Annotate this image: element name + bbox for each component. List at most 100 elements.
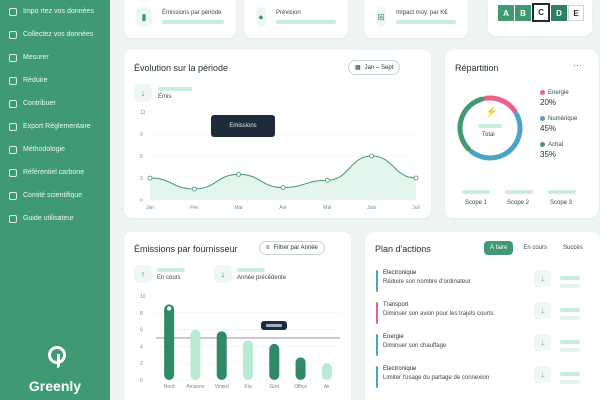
y-tick-label: 6 [140, 154, 143, 160]
legend-numerique-label: Numérique [548, 116, 578, 123]
action-category: Electronique [383, 270, 417, 276]
data-point [236, 171, 242, 177]
sidebar-item-label: Contribuer [23, 100, 56, 107]
action-bar [560, 276, 580, 280]
data-point [280, 185, 286, 190]
sidebar-item-label: Collectez vos données [23, 31, 94, 38]
lightning-icon: ⚡ [485, 107, 498, 118]
legend-dot-numerique [540, 116, 545, 121]
scope2-bar [505, 190, 533, 194]
tooltip-label: Emissions [229, 123, 257, 129]
stat-emissions-label: Émissions par période [162, 10, 222, 16]
y-tick-label: 0 [140, 198, 143, 204]
tab-todo[interactable]: À faire [484, 241, 514, 255]
x-tick-label: Fév [190, 205, 199, 211]
export-icon [9, 122, 17, 131]
sidebar-item-1[interactable]: Collectez vos données [0, 23, 110, 46]
sidebar-item-label: Réduire [23, 77, 48, 84]
action-description: Réduire son nombre d'ordinateur [383, 279, 471, 285]
action-description: Diminuer son chauffage [383, 343, 447, 349]
legend-achat: Achat 35% [540, 142, 563, 159]
sidebar-item-9[interactable]: Guide utilisateur [0, 207, 110, 230]
action-item[interactable]: Electronique Limiter l'usage du partage d… [376, 366, 590, 396]
x-tick-label: Nord [164, 384, 175, 390]
legend-numerique: Numérique 45% [540, 116, 577, 133]
sidebar-item-2[interactable]: Mesurer [0, 46, 110, 69]
scope3-label: Scope 3 [550, 200, 573, 206]
score-d: D [551, 5, 567, 21]
chart-tooltip: Emissions [211, 115, 275, 137]
contribute-icon [9, 99, 17, 108]
action-plan-tabs: À faire En cours Succès [484, 241, 589, 255]
scope3-bar [548, 190, 576, 194]
action-stripe [376, 366, 378, 388]
sidebar-item-7[interactable]: Référentiel carbone [0, 161, 110, 184]
action-category: Transport [383, 302, 409, 308]
action-bar-secondary [560, 348, 580, 352]
tab-in-progress[interactable]: En cours [517, 241, 553, 255]
more-icon[interactable]: ··· [573, 60, 582, 70]
brand-logo[interactable]: Greenly [0, 346, 110, 394]
stat-impact-label: Impact moy. par K€ [396, 10, 448, 16]
x-tick-label: Avr [279, 205, 287, 211]
sidebar-item-6[interactable]: Méthodologie [0, 138, 110, 161]
legend-achat-label: Achat [548, 142, 564, 149]
tab-success[interactable]: Succès [557, 241, 589, 255]
stat-emissions-bar [162, 20, 224, 24]
sidebar-item-label: Guide utilisateur [23, 215, 74, 222]
supplier-filter[interactable]: ≡ Filtrer par Année [259, 241, 325, 255]
carbon-score-scale: A B C D E [498, 3, 584, 22]
legend-energie: Energie 20% [540, 90, 569, 107]
action-arrow-down-icon[interactable]: ↓ [534, 334, 551, 351]
x-tick-label: Office [294, 384, 307, 390]
action-stripe [376, 302, 378, 324]
action-arrow-down-icon[interactable]: ↓ [534, 270, 551, 287]
period-selector[interactable]: ▦ Jan – Sept [348, 60, 401, 75]
action-item[interactable]: Energie Diminuer son chauffage ↓ [376, 334, 590, 364]
x-tick-label: Juil [412, 205, 420, 211]
committee-icon [9, 191, 17, 200]
x-tick-label: Grid [270, 384, 280, 390]
data-point [191, 186, 197, 192]
action-arrow-down-icon[interactable]: ↓ [534, 302, 551, 319]
action-plan-title: Plan d'actions [375, 244, 431, 254]
action-item[interactable]: Electronique Réduire son nombre d'ordinat… [376, 270, 590, 300]
stat-card-emissions[interactable]: ▮ Émissions par période [124, 0, 236, 38]
bar-tooltip [261, 321, 287, 330]
sidebar-item-3[interactable]: Réduire [0, 69, 110, 92]
x-tick-label: Mar [234, 205, 243, 211]
data-point [147, 175, 153, 181]
donut-center-bar [478, 124, 502, 128]
repartition-donut [457, 95, 523, 161]
sidebar-item-5[interactable]: Export Réglementaire [0, 115, 110, 138]
y-tick-label: 4 [140, 344, 143, 350]
stat-forecast-label: Prévision [276, 10, 301, 16]
bar [243, 340, 253, 380]
y-tick-label: 2 [140, 361, 143, 367]
stat1-bar [157, 268, 185, 272]
score-e: E [568, 5, 584, 21]
x-tick-label: Vinted [215, 384, 229, 390]
action-description: Limiter l'usage du partage de connexion [383, 375, 490, 381]
suppliers-title: Émissions par fournisseur [134, 244, 238, 254]
repartition-title: Répartition [455, 63, 499, 73]
suppliers-bar-chart: 10 8 6 4 2 0 Nord Amazon Vinted Kia Grid Office Air [140, 294, 340, 390]
reference-icon [9, 168, 17, 177]
sidebar-item-label: Mesurer [23, 54, 49, 61]
bar [216, 331, 227, 380]
sidebar: Impo rtez vos données Collectez vos donné… [0, 0, 110, 400]
filter-icon: ≡ [266, 245, 270, 251]
data-point [413, 175, 419, 181]
sidebar-item-0[interactable]: Impo rtez vos données [0, 0, 110, 23]
sidebar-item-8[interactable]: Comité scientifique [0, 184, 110, 207]
arrow-down-icon: ↓ [214, 265, 232, 283]
score-a: A [498, 5, 514, 21]
action-item[interactable]: Transport Diminuer son avion pour les tra… [376, 302, 590, 332]
y-tick-label: 9 [140, 132, 143, 138]
evolution-value-bar [158, 87, 192, 91]
stat-card-forecast[interactable]: ● Prévision [244, 0, 348, 38]
action-arrow-down-icon[interactable]: ↓ [534, 366, 551, 383]
action-bar-secondary [560, 316, 580, 320]
sidebar-item-4[interactable]: Contribuer [0, 92, 110, 115]
stat-card-impact[interactable]: ⊞ Impact moy. par K€ [364, 0, 468, 38]
